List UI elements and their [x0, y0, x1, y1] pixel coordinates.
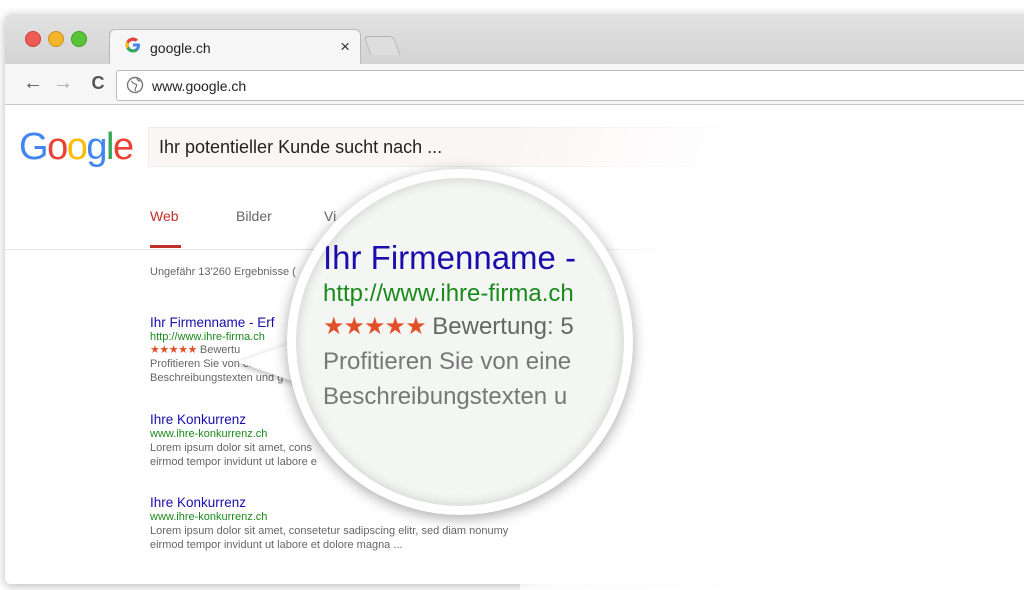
close-window-button[interactable]: [25, 31, 41, 47]
magnified-title: Ihr Firmenname -: [323, 239, 577, 276]
new-tab-button[interactable]: [363, 36, 401, 55]
forward-arrow-icon[interactable]: →: [52, 72, 74, 94]
address-bar[interactable]: www.google.ch: [116, 70, 1024, 101]
rating-text: Bewertu: [199, 344, 241, 356]
magnified-snippet-line: Profitieren Sie von eine: [323, 348, 572, 375]
minimize-window-button[interactable]: [48, 31, 64, 47]
tab-bilder[interactable]: Bilder: [236, 208, 272, 224]
tab-bar: google.ch ×: [5, 14, 1024, 65]
tab-web[interactable]: Web: [150, 208, 179, 224]
logo-letter: o: [47, 126, 68, 168]
result-snippet-line: eirmod tempor invidunt ut labore et dolo…: [150, 539, 403, 551]
result-snippet-line: Lorem ipsum dolor sit amet, consetetur s…: [150, 525, 509, 537]
close-tab-icon[interactable]: ×: [340, 37, 350, 57]
browser-tab[interactable]: google.ch ×: [109, 29, 361, 65]
tab-title: google.ch: [150, 40, 211, 56]
logo-letter: g: [86, 126, 107, 168]
logo-letter: o: [66, 126, 88, 168]
results-stats: Ungefähr 13'260 Ergebnisse (: [150, 266, 296, 278]
logo-letter: l: [105, 126, 114, 168]
globe-icon: [126, 76, 144, 94]
google-favicon-icon: [125, 37, 140, 53]
address-text: www.google.ch: [152, 78, 247, 94]
magnified-rating: ★★★★★ Bewertung: 5: [323, 310, 576, 344]
logo-letter: e: [112, 126, 134, 168]
magnified-result: Ihr Firmenname - http://www.ihre-firma.c…: [323, 238, 576, 414]
browser-toolbar: ← → C www.google.ch: [5, 64, 1024, 105]
result-url: www.ihre-konkurrenz.ch: [150, 511, 268, 523]
maximize-window-button[interactable]: [71, 31, 87, 47]
logo-letter: G: [19, 126, 49, 168]
magnified-url: http://www.ihre-firma.ch: [323, 280, 574, 307]
active-tab-indicator: [150, 245, 181, 248]
reload-icon[interactable]: C: [87, 72, 109, 94]
search-input[interactable]: [159, 136, 959, 158]
magnifier-lens: Ihr Firmenname - http://www.ihre-firma.c…: [287, 169, 633, 515]
google-logo[interactable]: Google: [19, 126, 134, 168]
magnified-stars-icon: ★★★★★: [323, 313, 427, 340]
magnified-rating-text: Bewertung: 5: [432, 313, 574, 340]
magnified-snippet-line: Beschreibungstexten u: [323, 383, 568, 410]
search-box[interactable]: [148, 127, 990, 167]
rating-stars-icon: ★★★★★: [150, 344, 197, 356]
back-arrow-icon[interactable]: ←: [22, 72, 44, 94]
